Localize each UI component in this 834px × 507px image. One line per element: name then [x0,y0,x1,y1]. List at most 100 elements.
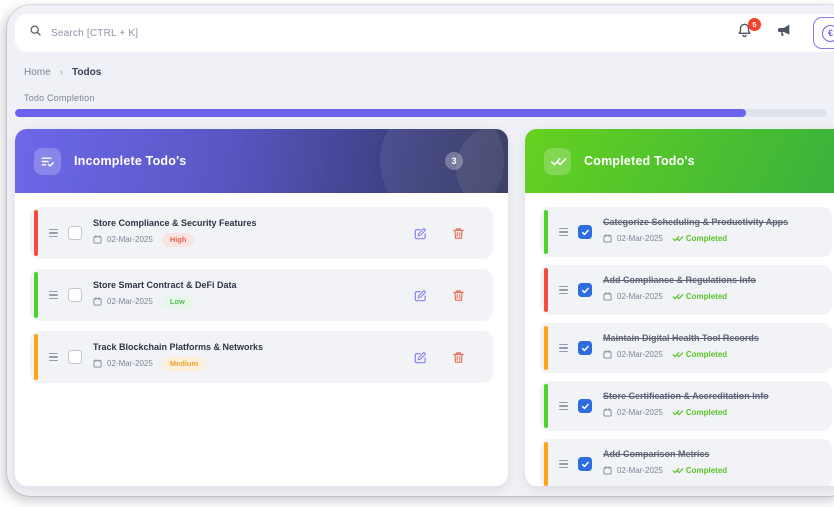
completed-panel-title: Completed Todo's [584,154,695,168]
drag-handle-icon[interactable] [49,291,58,299]
todo-date: 02-Mar-2025 [617,466,663,475]
todo-checkbox[interactable] [68,350,82,364]
megaphone-icon [775,22,792,44]
todo-row: Store Certification & Accreditation Info… [540,381,832,431]
todo-body: Categorize Scheduling & Productivity App… [603,217,788,248]
chevron-right-icon: › [60,67,63,78]
priority-accent-bar [544,210,548,254]
completed-panel-header: Completed Todo's [525,129,834,193]
drag-handle-icon[interactable] [49,353,58,361]
announcements-button[interactable] [774,24,792,42]
search-placeholder: Search [CTRL + K] [51,28,138,39]
drag-handle-icon[interactable] [559,286,568,294]
todo-body: Add Compliance & Regulations Info 02-Mar… [603,275,756,306]
completed-label: Completed [686,466,727,475]
todo-meta: 02-Mar-2025 Completed [603,346,759,364]
todo-row: Track Blockchain Platforms & Networks 02… [30,331,493,383]
todo-checkbox[interactable] [68,288,82,302]
todo-body: Store Smart Contract & DeFi Data 02-Mar-… [93,280,237,311]
calendar-icon [603,404,612,422]
todo-date: 02-Mar-2025 [617,350,663,359]
calendar-icon [603,346,612,364]
todo-body: Maintain Digital Health Tool Records 02-… [603,333,759,364]
double-check-icon [672,350,683,359]
incomplete-panel-header: Incomplete Todo's 3 [15,129,508,193]
todo-row: Add Compliance & Regulations Info 02-Mar… [540,265,832,315]
todo-row: Maintain Digital Health Tool Records 02-… [540,323,832,373]
delete-icon[interactable] [451,226,465,240]
priority-accent-bar [544,326,548,370]
todo-panels: Incomplete Todo's 3 Store Compliance & S… [15,129,834,486]
priority-badge: Low [162,295,193,309]
double-check-icon [672,466,683,475]
breadcrumb: Home › Todos [24,67,834,78]
incomplete-todos-panel: Incomplete Todo's 3 Store Compliance & S… [15,129,508,486]
todo-title: Add Compliance & Regulations Info [603,275,756,285]
todo-meta: 02-Mar-2025 Completed [603,288,756,306]
todo-checkbox[interactable] [68,226,82,240]
edit-icon[interactable] [413,350,427,364]
double-check-icon [672,408,683,417]
completed-status: Completed [672,350,727,359]
todo-completion-progressbar [15,109,827,117]
double-check-icon [672,234,683,243]
priority-accent-bar [544,384,548,428]
notifications-button[interactable]: 5 [735,24,753,42]
calendar-icon [93,231,102,249]
todo-checkbox-checked[interactable] [578,225,592,239]
todo-body: Add Comparison Metrics 02-Mar-2025 Compl… [603,449,727,480]
search-input[interactable]: Search [CTRL + K] [29,24,138,42]
completed-status: Completed [672,466,727,475]
todo-date: 02-Mar-2025 [617,292,663,301]
todo-checkbox-checked[interactable] [578,399,592,413]
drag-handle-icon[interactable] [559,228,568,236]
todo-meta: 02-Mar-2025 Completed [603,404,769,422]
todo-meta: 02-Mar-2025 Completed [603,462,727,480]
todo-meta: 02-Mar-2025 Completed [603,230,788,248]
completed-todo-list: Categorize Scheduling & Productivity App… [525,193,834,486]
completed-label: Completed [686,408,727,417]
todo-completion-progress-fill [15,109,746,117]
todo-title: Track Blockchain Platforms & Networks [93,342,263,352]
calendar-icon [93,355,102,373]
todo-title: Categorize Scheduling & Productivity App… [603,217,788,227]
todo-body: Track Blockchain Platforms & Networks 02… [93,342,263,373]
double-check-icon [544,148,571,175]
drag-handle-icon[interactable] [49,229,58,237]
todo-meta: 02-Mar-2025 Medium [93,355,263,373]
todo-title: Store Smart Contract & DeFi Data [93,280,237,290]
edit-icon[interactable] [413,288,427,302]
calendar-icon [603,230,612,248]
completed-todos-panel: Completed Todo's Categorize Scheduling &… [525,129,834,486]
drag-handle-icon[interactable] [559,460,568,468]
todo-title: Store Compliance & Security Features [93,218,257,228]
delete-icon[interactable] [451,350,465,364]
completed-label: Completed [686,234,727,243]
todo-date: 02-Mar-2025 [107,235,153,244]
todo-completion-label: Todo Completion [24,93,834,103]
todo-checkbox-checked[interactable] [578,457,592,471]
priority-badge: High [162,233,195,247]
todo-checkbox-checked[interactable] [578,283,592,297]
todo-title: Add Comparison Metrics [603,449,727,459]
currency-icon: € [822,25,834,42]
todo-meta: 02-Mar-2025 Low [93,293,237,311]
completed-status: Completed [672,234,727,243]
completed-status: Completed [672,292,727,301]
delete-icon[interactable] [451,288,465,302]
drag-handle-icon[interactable] [559,344,568,352]
breadcrumb-home-link[interactable]: Home [24,67,51,78]
currency-selector-button[interactable]: € [813,17,834,49]
edit-icon[interactable] [413,226,427,240]
completed-label: Completed [686,350,727,359]
top-search-bar: Search [CTRL + K] 5 € [15,14,834,52]
todo-row: Store Smart Contract & DeFi Data 02-Mar-… [30,269,493,321]
priority-accent-bar [544,442,548,486]
drag-handle-icon[interactable] [559,402,568,410]
todo-meta: 02-Mar-2025 High [93,231,257,249]
double-check-icon [672,292,683,301]
priority-accent-bar [34,272,38,318]
todo-row: Store Compliance & Security Features 02-… [30,207,493,259]
row-actions [413,226,481,240]
todo-checkbox-checked[interactable] [578,341,592,355]
